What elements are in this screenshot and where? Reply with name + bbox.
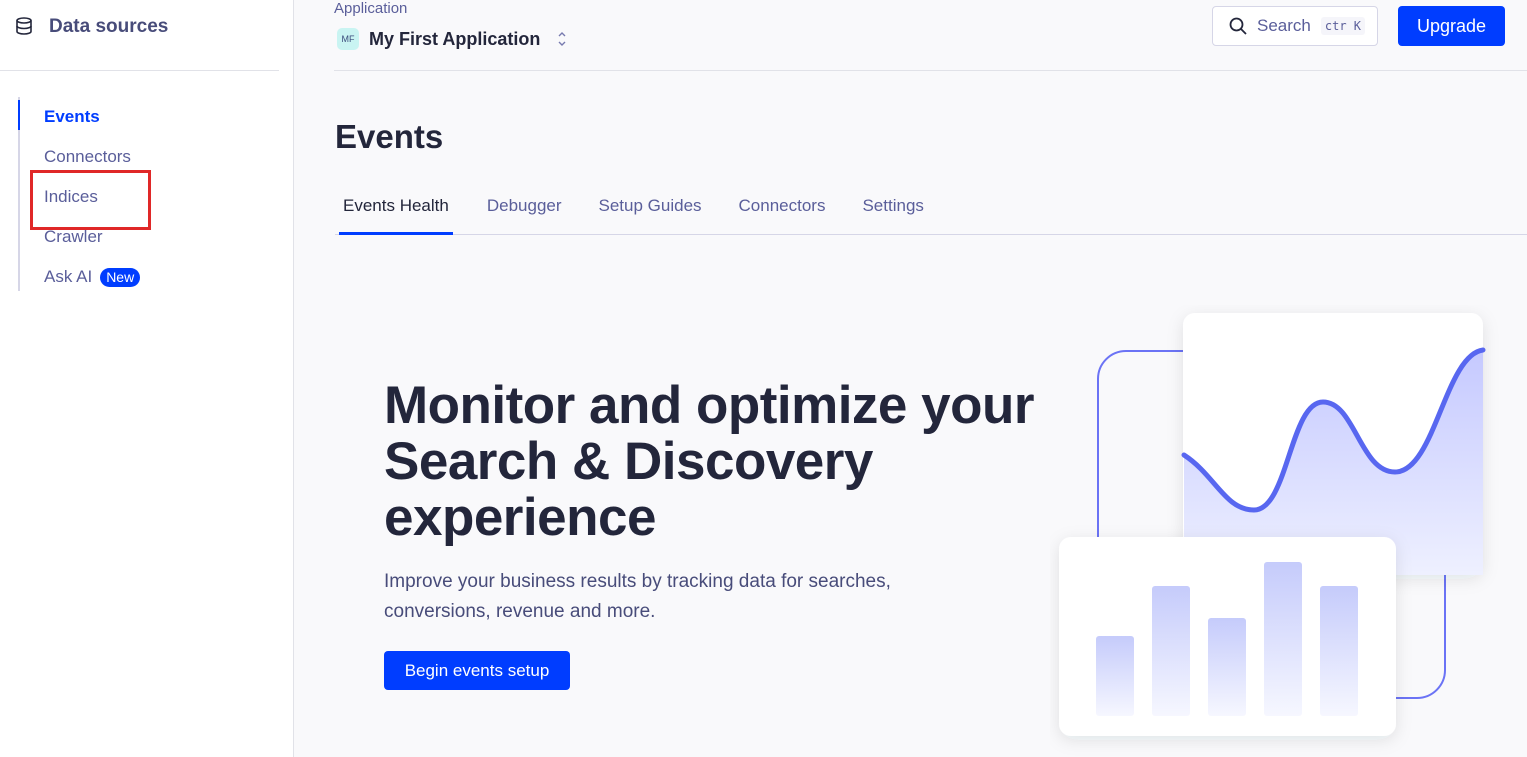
begin-events-setup-button[interactable]: Begin events setup [384,651,570,690]
search-icon [1229,17,1247,35]
search-button[interactable]: Search ctr K [1212,6,1378,46]
database-icon [16,17,32,35]
hero-title: Monitor and optimize your Search & Disco… [384,376,1034,547]
top-bar: Application MF My First Application Sear… [334,0,1527,71]
search-label: Search [1257,16,1311,35]
page-title: Events [335,118,444,155]
app-avatar: MF [337,28,359,50]
sidebar-item-events[interactable]: Events [18,97,250,137]
sidebar-item-indices[interactable]: Indices [20,170,250,230]
sidebar-item-crawler[interactable]: Crawler [20,217,250,257]
sidebar-item-label: Connectors [44,147,131,166]
sidebar-item-label: Ask AI [44,267,93,286]
sidebar-item-label: Crawler [44,227,103,246]
application-label: Application [334,0,408,17]
sidebar-item-label: Events [44,107,100,126]
chevron-up-down-icon [558,32,566,46]
tab-bar: Events Health Debugger Setup Guides Conn… [335,190,1527,235]
sidebar-title: Data sources [49,16,169,37]
search-shortcut: ctr K [1320,17,1365,35]
application-name: My First Application [369,28,541,49]
sidebar-item-ask-ai[interactable]: Ask AI New [20,257,250,297]
application-selector[interactable]: MF My First Application [337,28,568,50]
new-badge: New [100,267,141,287]
analytics-illustration [1059,313,1486,736]
upgrade-button[interactable]: Upgrade [1398,6,1505,46]
sidebar-header: Data sources [0,0,279,71]
sidebar-nav: Events Connectors Indices Crawler Ask AI… [18,97,250,291]
sidebar: Data sources Events Connectors Indices C… [0,0,294,757]
tab-debugger[interactable]: Debugger [487,190,562,234]
hero-subtitle: Improve your business results by trackin… [384,571,891,622]
tab-setup-guides[interactable]: Setup Guides [599,190,702,234]
tab-events-health[interactable]: Events Health [335,190,453,235]
tab-settings[interactable]: Settings [862,190,923,234]
sidebar-item-label: Indices [44,187,98,206]
tab-connectors[interactable]: Connectors [739,190,826,234]
